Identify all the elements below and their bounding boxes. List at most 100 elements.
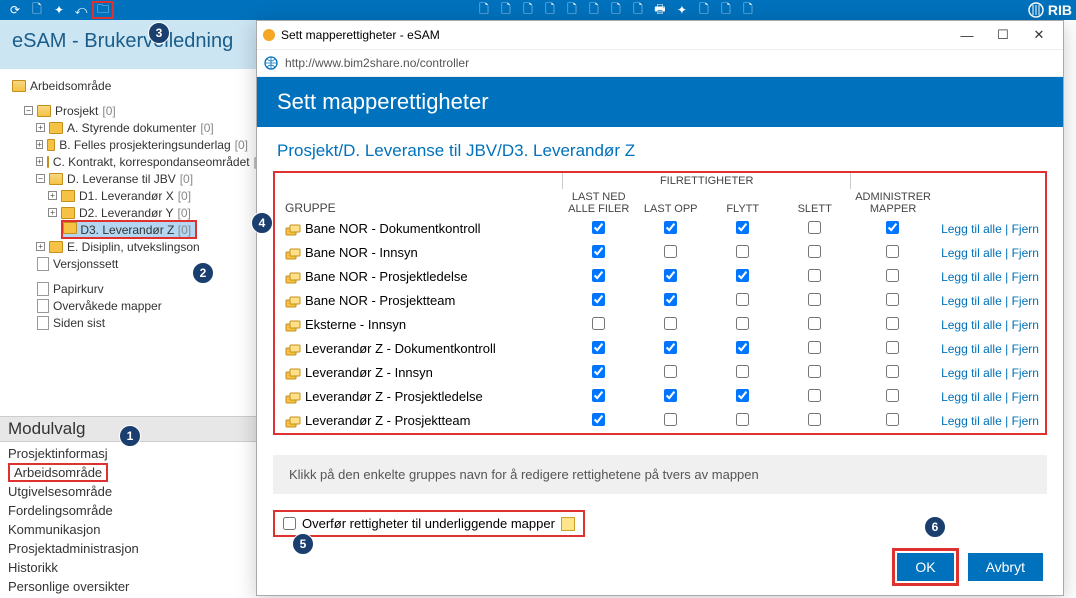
permission-checkbox[interactable] (664, 293, 677, 306)
add-all-link[interactable]: Legg til alle (941, 390, 1002, 404)
group-name[interactable]: Bane NOR - Prosjektteam (275, 289, 563, 313)
note-icon[interactable] (561, 517, 575, 531)
permission-checkbox[interactable] (592, 341, 605, 354)
permission-checkbox[interactable] (808, 317, 821, 330)
module-item-selected[interactable]: Arbeidsområde (8, 463, 108, 482)
remove-link[interactable]: Fjern (1012, 390, 1039, 404)
add-all-link[interactable]: Legg til alle (941, 246, 1002, 260)
permission-checkbox[interactable] (886, 269, 899, 282)
permission-checkbox[interactable] (886, 317, 899, 330)
ok-button[interactable]: OK (897, 553, 953, 581)
permission-checkbox[interactable] (592, 365, 605, 378)
toolbar-icon[interactable]: 🗋 (737, 1, 759, 19)
toolbar-icon[interactable]: ✦ (671, 1, 693, 19)
toolbar-icon[interactable]: ⟳ (4, 1, 26, 19)
tree-item-selected[interactable]: D3. Leverandør Z [0] (12, 221, 248, 238)
toolbar-icon[interactable]: 🗋 (539, 1, 561, 19)
permission-checkbox[interactable] (592, 269, 605, 282)
toolbar-icon[interactable]: 🗋 (495, 1, 517, 19)
permission-checkbox[interactable] (736, 341, 749, 354)
tree-root[interactable]: Arbeidsområde (12, 77, 248, 94)
group-name[interactable]: Bane NOR - Innsyn (275, 241, 563, 265)
permission-checkbox[interactable] (808, 269, 821, 282)
add-all-link[interactable]: Legg til alle (941, 366, 1002, 380)
permission-checkbox[interactable] (736, 365, 749, 378)
tree-item[interactable]: +E. Disiplin, utvekslingson (12, 238, 248, 255)
group-name[interactable]: Leverandør Z - Innsyn (275, 361, 563, 385)
permission-checkbox[interactable] (808, 413, 821, 426)
tree-item[interactable]: Siden sist (12, 314, 248, 331)
permission-checkbox[interactable] (886, 221, 899, 234)
group-name[interactable]: Bane NOR - Prosjektledelse (275, 265, 563, 289)
add-all-link[interactable]: Legg til alle (941, 294, 1002, 308)
add-all-link[interactable]: Legg til alle (941, 270, 1002, 284)
tree-item[interactable]: −Prosjekt [0] (12, 102, 248, 119)
permission-checkbox[interactable] (592, 293, 605, 306)
module-item[interactable]: Utgivelsesområde (8, 482, 248, 501)
toolbar-icon[interactable]: 🗋 (561, 1, 583, 19)
toolbar-icon[interactable]: 🗋 (473, 1, 495, 19)
permission-checkbox[interactable] (886, 245, 899, 258)
permission-checkbox[interactable] (664, 365, 677, 378)
remove-link[interactable]: Fjern (1012, 318, 1039, 332)
toolbar-icon[interactable]: 🗋 (605, 1, 627, 19)
module-item[interactable]: Personlige oversikter (8, 577, 248, 596)
module-item[interactable]: Kommunikasjon (8, 520, 248, 539)
group-name[interactable]: Bane NOR - Dokumentkontroll (275, 217, 563, 241)
permission-checkbox[interactable] (886, 341, 899, 354)
permission-checkbox[interactable] (808, 293, 821, 306)
toolbar-icon[interactable]: 🖶 (649, 1, 671, 19)
permission-checkbox[interactable] (736, 317, 749, 330)
minimize-button[interactable]: — (949, 22, 985, 48)
remove-link[interactable]: Fjern (1012, 342, 1039, 356)
group-name[interactable]: Leverandør Z - Prosjektteam (275, 409, 563, 433)
tree-item[interactable]: +A. Styrende dokumenter [0] (12, 119, 248, 136)
permission-checkbox[interactable] (736, 413, 749, 426)
remove-link[interactable]: Fjern (1012, 246, 1039, 260)
tree-item[interactable]: +C. Kontrakt, korrespondanseområdet [0] (12, 153, 248, 170)
permission-checkbox[interactable] (886, 365, 899, 378)
permission-checkbox[interactable] (664, 269, 677, 282)
add-all-link[interactable]: Legg til alle (941, 318, 1002, 332)
permission-checkbox[interactable] (736, 245, 749, 258)
permission-checkbox[interactable] (664, 341, 677, 354)
permission-checkbox[interactable] (736, 293, 749, 306)
toolbar-icon[interactable]: 🗋 (627, 1, 649, 19)
remove-link[interactable]: Fjern (1012, 222, 1039, 236)
tree-item[interactable]: Papirkurv (12, 280, 248, 297)
module-item[interactable]: Fordelingsområde (8, 501, 248, 520)
add-all-link[interactable]: Legg til alle (941, 342, 1002, 356)
group-name[interactable]: Leverandør Z - Prosjektledelse (275, 385, 563, 409)
permission-checkbox[interactable] (592, 413, 605, 426)
module-item[interactable]: Historikk (8, 558, 248, 577)
permission-checkbox[interactable] (808, 221, 821, 234)
permission-checkbox[interactable] (592, 317, 605, 330)
permission-checkbox[interactable] (592, 221, 605, 234)
tree-item[interactable]: −D. Leveranse til JBV [0] (12, 170, 248, 187)
permission-checkbox[interactable] (808, 389, 821, 402)
close-button[interactable]: ✕ (1021, 22, 1057, 48)
permission-checkbox[interactable] (664, 413, 677, 426)
permission-checkbox[interactable] (664, 389, 677, 402)
group-name[interactable]: Eksterne - Innsyn (275, 313, 563, 337)
group-name[interactable]: Leverandør Z - Dokumentkontroll (275, 337, 563, 361)
permission-checkbox[interactable] (664, 245, 677, 258)
toolbar-icon[interactable]: 🗋 (715, 1, 737, 19)
permission-checkbox[interactable] (886, 413, 899, 426)
remove-link[interactable]: Fjern (1012, 366, 1039, 380)
tree-item[interactable]: +D1. Leverandør X [0] (12, 187, 248, 204)
remove-link[interactable]: Fjern (1012, 414, 1039, 428)
remove-link[interactable]: Fjern (1012, 294, 1039, 308)
add-all-link[interactable]: Legg til alle (941, 414, 1002, 428)
toolbar-icon[interactable]: ⤺ (70, 1, 92, 19)
cancel-button[interactable]: Avbryt (968, 553, 1043, 581)
tree-item[interactable]: Overvåkede mapper (12, 297, 248, 314)
permission-checkbox[interactable] (664, 221, 677, 234)
permission-checkbox[interactable] (808, 341, 821, 354)
permission-checkbox[interactable] (886, 293, 899, 306)
permission-checkbox[interactable] (736, 269, 749, 282)
permission-checkbox[interactable] (592, 389, 605, 402)
permission-checkbox[interactable] (664, 317, 677, 330)
toolbar-icon-highlighted[interactable]: 🗀 (92, 1, 114, 19)
tree-item[interactable]: +B. Felles prosjekteringsunderlag [0] (12, 136, 248, 153)
